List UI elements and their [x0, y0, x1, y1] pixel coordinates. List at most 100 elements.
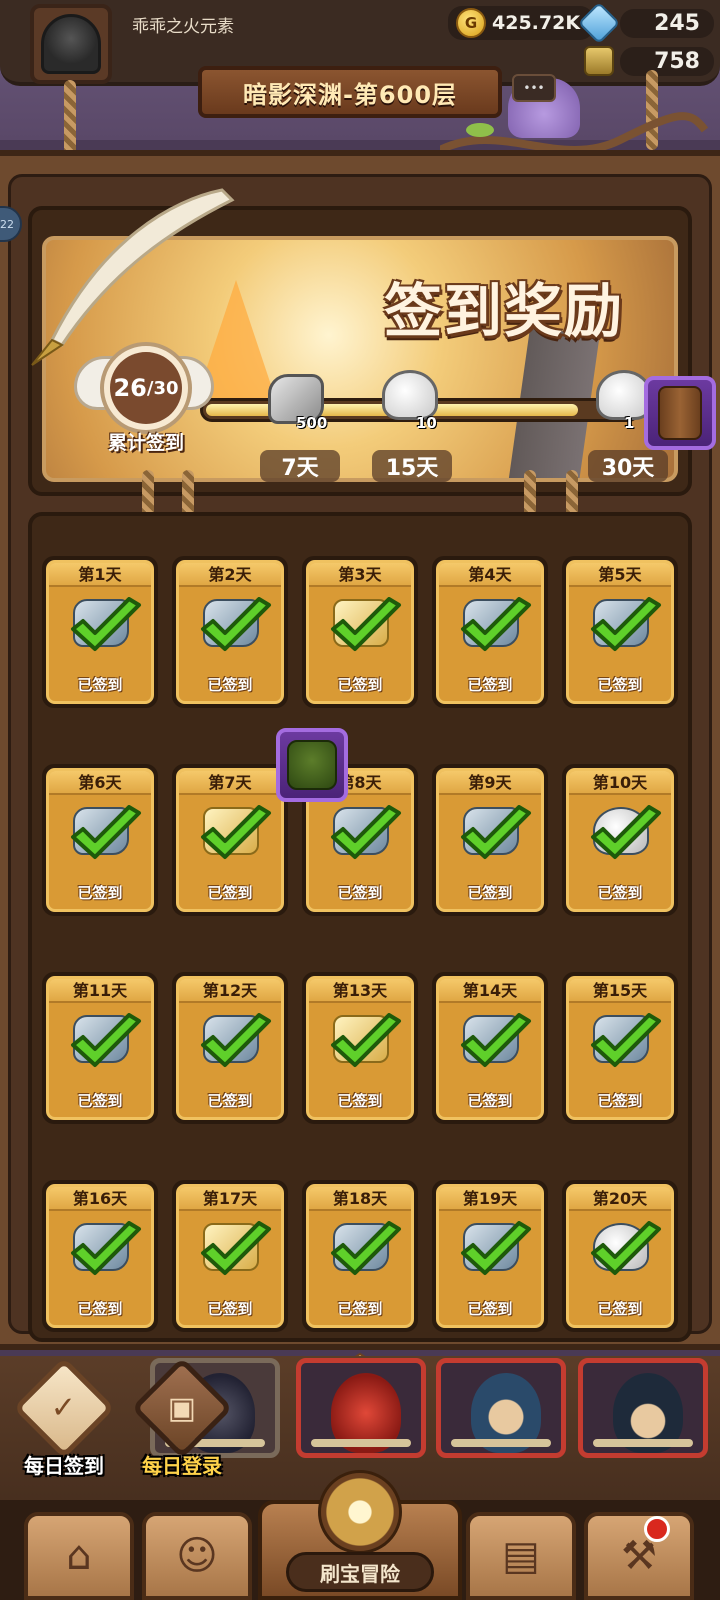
day-label: 第15天 [569, 979, 671, 1003]
milestone-15[interactable] [382, 370, 438, 420]
day-card[interactable]: 第13天 已签到 [302, 972, 418, 1124]
signed-label: 已签到 [77, 676, 123, 694]
day-grid-frame: 第1天 已签到 第2天 已签到 第3天 已签到 第4天 已签到 第5天 已签到 第6天 已签到 第7天已… [28, 512, 692, 1342]
gold-amount: 425.72K [492, 12, 581, 34]
checkmark-icon [461, 1013, 531, 1067]
day-card[interactable]: 第19天已签到 [432, 1180, 548, 1332]
day-grid: 第1天 已签到 第2天 已签到 第3天 已签到 第4天 已签到 第5天 已签到 第6天 已签到 第7天已… [42, 556, 678, 1338]
hero-slot-4[interactable] [578, 1358, 708, 1458]
day-card[interactable]: 第20天 已签到 [562, 1180, 678, 1332]
count-label: 累计签到 [107, 432, 184, 454]
gem-icon [577, 1, 621, 45]
day-card[interactable]: 第16天 已签到 [42, 1180, 158, 1332]
checkmark-icon [591, 805, 661, 859]
gold-counter[interactable]: G 425.72K [448, 6, 595, 40]
day-card-inner: 第16天 已签到 [46, 1184, 154, 1328]
hero-bar [451, 1439, 551, 1447]
day-label: 第1天 [49, 563, 151, 587]
checkmark-icon [591, 1221, 661, 1275]
signed-label: 已签到 [207, 884, 253, 902]
day-card[interactable]: 第14天已签到 [432, 972, 548, 1124]
checkmark-icon [461, 597, 531, 651]
day-label: 第14天 [439, 979, 541, 1003]
signin-count-badge: 26/30 [74, 342, 214, 442]
signed-label: 已签到 [467, 1092, 513, 1110]
signed-label: 已签到 [597, 1300, 643, 1318]
day-card[interactable]: 第2天 已签到 [172, 556, 288, 708]
hero-nav-icon[interactable]: ☺ [142, 1512, 252, 1600]
calendar-icon: ✓ [13, 1357, 115, 1459]
signed-label: 已签到 [337, 1300, 383, 1318]
signed-label: 已签到 [337, 884, 383, 902]
chest-icon [287, 740, 337, 790]
signed-label: 已签到 [337, 1092, 383, 1110]
checkmark-icon [331, 805, 401, 859]
gold-coin-icon: G [456, 8, 486, 38]
hero-bar [311, 1439, 411, 1447]
forge-hammer-icon[interactable]: ⚒ [584, 1512, 694, 1600]
day-label: 第6天 [49, 771, 151, 795]
day-card-inner: 第13天 已签到 [306, 976, 414, 1120]
notification-dot [644, 1516, 670, 1542]
daily-signin-button[interactable]: ✓ 每日签到 [10, 1357, 118, 1479]
checkmark-icon [591, 1013, 661, 1067]
avatar[interactable] [30, 4, 112, 84]
day-label: 第9天 [439, 771, 541, 795]
checkmark-icon [331, 597, 401, 651]
day-card-inner: 第6天已签到 [46, 768, 154, 912]
day-card[interactable]: 第10天已签到 [562, 764, 678, 916]
day-card[interactable]: 第12天 已签到 [172, 972, 288, 1124]
milestone-15-day: 15天 [372, 450, 452, 482]
day-card-inner: 第11天已签到 [46, 976, 154, 1120]
day-card[interactable]: 第15天 已签到 [562, 972, 678, 1124]
signed-label: 已签到 [77, 1300, 123, 1318]
day-card[interactable]: 第5天 已签到 [562, 556, 678, 708]
day-card[interactable]: 第4天 已签到 [432, 556, 548, 708]
signed-label: 已签到 [77, 1092, 123, 1110]
day-label: 第3天 [309, 563, 411, 587]
day-card[interactable]: 第7天已签到 [172, 764, 288, 916]
signed-label: 已签到 [467, 884, 513, 902]
daily-login-button[interactable]: ▣ 每日登录 [128, 1357, 236, 1479]
adventure-label[interactable]: 刷宝冒险 [286, 1552, 434, 1592]
backpack-icon[interactable]: ▤ [466, 1512, 576, 1600]
compass-icon [318, 1470, 402, 1554]
day-label: 第7天 [179, 771, 281, 795]
hero-slot-2[interactable] [296, 1358, 426, 1458]
hero-slot-3[interactable] [436, 1358, 566, 1458]
signed-label: 已签到 [467, 1300, 513, 1318]
day-card[interactable]: 第3天 已签到 [302, 556, 418, 708]
checkmark-icon [201, 805, 271, 859]
signed-label: 已签到 [597, 884, 643, 902]
day-card[interactable]: 第17天已签到 [172, 1180, 288, 1332]
chest-reward-item[interactable] [276, 728, 348, 802]
checkmark-icon [331, 1221, 401, 1275]
day-label: 第17天 [179, 1187, 281, 1211]
day-label: 第4天 [439, 563, 541, 587]
count-value: 26/30 [110, 352, 182, 424]
day-label: 第19天 [439, 1187, 541, 1211]
signed-label: 已签到 [77, 884, 123, 902]
day-card-inner: 第14天已签到 [436, 976, 544, 1120]
day-card[interactable]: 第6天已签到 [42, 764, 158, 916]
shop-icon[interactable]: ⌂ [24, 1512, 134, 1600]
stump-reward-item[interactable] [644, 376, 716, 450]
count-circle: 26/30 [100, 342, 192, 434]
chat-bubble-icon[interactable]: ••• [512, 74, 556, 102]
checkmark-icon [591, 597, 661, 651]
day-card[interactable]: 第1天已签到 [42, 556, 158, 708]
day-card[interactable]: 第18天 已签到 [302, 1180, 418, 1332]
day-card-inner: 第4天 已签到 [436, 560, 544, 704]
player-name: 乖乖之火元素 [132, 17, 234, 37]
signed-label: 已签到 [207, 1300, 253, 1318]
potion-amount: 758 [620, 46, 714, 76]
gift-icon: ▣ [131, 1357, 233, 1459]
day-card[interactable]: 第11天已签到 [42, 972, 158, 1124]
signed-label: 已签到 [207, 676, 253, 694]
day-label: 第10天 [569, 771, 671, 795]
checkmark-icon [71, 1221, 141, 1275]
day-label: 第11天 [49, 979, 151, 1003]
day-card[interactable]: 第9天已签到 [432, 764, 548, 916]
gem-amount: 245 [620, 8, 714, 38]
gem-counter[interactable]: 245 [577, 1, 714, 45]
